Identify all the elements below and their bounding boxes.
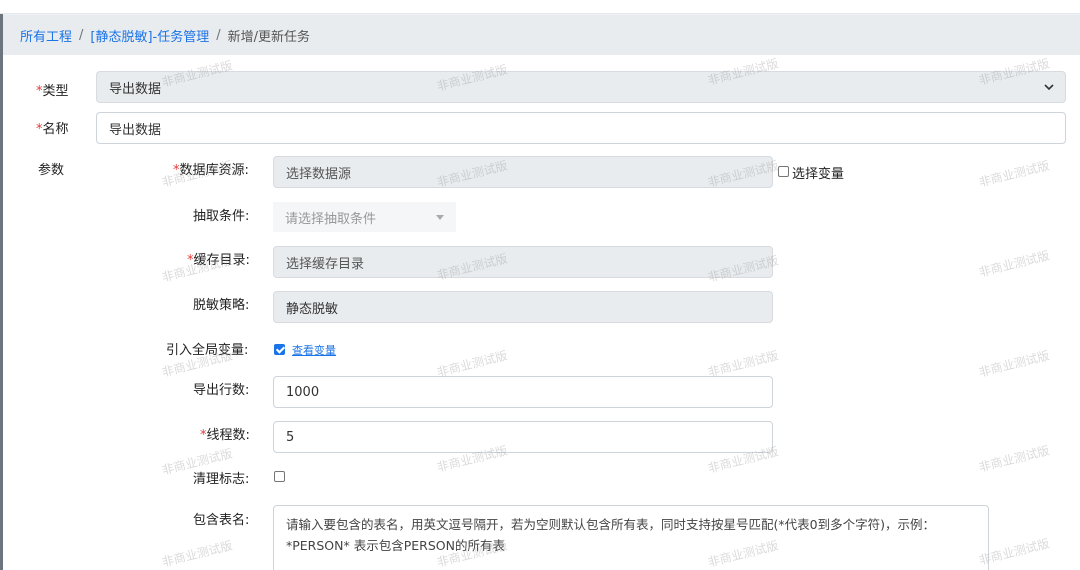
export-rows-input[interactable]: 1000 [273,376,773,408]
type-select-value: 导出数据 [109,81,162,97]
name-label: *名称 [36,122,69,137]
type-label: *类型 [36,84,69,99]
cache-dir-label: *缓存目录: [187,253,250,268]
db-resource-placeholder: 选择数据源 [286,166,352,182]
db-resource-input[interactable]: 选择数据源 [273,156,773,188]
clean-flag-label: 清理标志: [193,472,250,487]
breadcrumb-separator: / [216,27,221,43]
select-variable-checkbox[interactable] [778,166,789,177]
strategy-label: 脱敏策略: [193,298,250,313]
caret-down-icon [436,215,444,220]
db-resource-label: *数据库资源: [173,163,249,178]
threads-input[interactable]: 5 [273,421,773,453]
breadcrumb-task-management[interactable]: [静态脱敏]-任务管理 [90,26,209,45]
name-input[interactable]: 导出数据 [96,112,1066,144]
type-select[interactable]: 导出数据 [96,71,1066,103]
extract-condition-label: 抽取条件: [193,209,250,224]
global-var-label: 引入全局变量: [166,343,249,358]
watermark: 非商业测试版 [977,443,1051,475]
strategy-input[interactable]: 静态脱敏 [273,291,773,323]
cache-dir-placeholder: 选择缓存目录 [286,256,365,272]
view-variables-link[interactable]: 查看变量 [292,342,336,358]
breadcrumb-all-projects[interactable]: 所有工程 [20,26,72,45]
extract-condition-placeholder: 请选择抽取条件 [285,211,377,227]
breadcrumb-current: 新增/更新任务 [227,29,311,45]
include-tables-label: 包含表名: [193,513,250,528]
chevron-down-icon [1044,84,1054,91]
breadcrumb-separator: / [79,27,84,43]
export-rows-label: 导出行数: [193,383,250,398]
extract-condition-select[interactable]: 请选择抽取条件 [273,202,456,232]
threads-value: 5 [286,429,295,445]
watermark: 非商业测试版 [977,348,1051,380]
name-input-value: 导出数据 [109,122,162,138]
include-tables-placeholder: 请输入要包含的表名，用英文逗号隔开，若为空则默认包含所有表，同时支持按星号匹配(… [286,517,935,553]
params-label: 参数 [38,163,65,178]
task-form: *类型 导出数据 *名称 导出数据 参数 *数据库资源: 选择数据源 选择变量 … [3,55,1080,570]
include-tables-textarea[interactable]: 请输入要包含的表名，用英文逗号隔开，若为空则默认包含所有表，同时支持按星号匹配(… [273,505,989,570]
select-variable-label: 选择变量 [792,167,845,182]
breadcrumb: 所有工程 / [静态脱敏]-任务管理 / 新增/更新任务 [3,15,1080,55]
watermark: 非商业测试版 [977,158,1051,190]
global-var-checkbox[interactable] [274,344,285,355]
clean-flag-checkbox[interactable] [274,471,285,482]
watermark: 非商业测试版 [160,538,234,570]
strategy-value: 静态脱敏 [286,301,339,317]
top-bar [0,0,1080,14]
watermark: 非商业测试版 [977,248,1051,280]
threads-label: *线程数: [200,428,250,443]
export-rows-value: 1000 [286,384,320,400]
cache-dir-input[interactable]: 选择缓存目录 [273,246,773,278]
